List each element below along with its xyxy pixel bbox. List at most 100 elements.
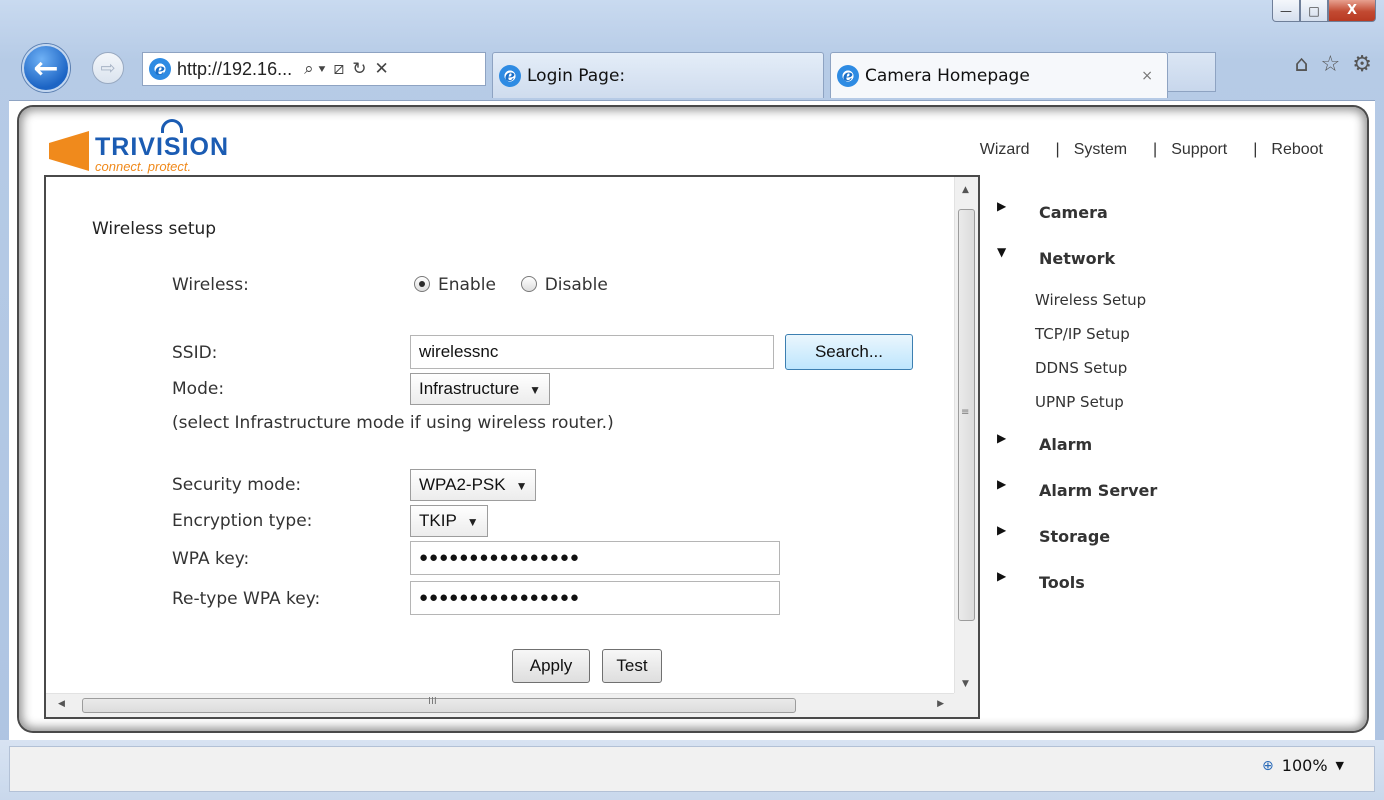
tab-label: Camera Homepage xyxy=(865,65,1030,86)
ie-tab-icon: e xyxy=(837,64,859,87)
mode-value: Infrastructure xyxy=(419,379,520,398)
test-button[interactable]: Test xyxy=(602,649,662,683)
back-button[interactable]: ← xyxy=(22,44,70,92)
settings-frame: Wireless setup Wireless: Enable Disable … xyxy=(44,175,980,719)
browser-viewport: TRIVISION connect. protect. Wizard | Sys… xyxy=(9,100,1375,740)
wireless-label: Wireless: xyxy=(172,275,249,295)
search-button[interactable]: Search... xyxy=(785,334,913,370)
close-button[interactable]: X xyxy=(1328,0,1376,22)
logo-camera-mark xyxy=(49,131,89,171)
new-tab-button[interactable] xyxy=(1168,52,1216,92)
tab-close-icon[interactable]: × xyxy=(1141,68,1153,84)
security-mode-value: WPA2-PSK xyxy=(419,475,506,494)
nav-group-label: Storage xyxy=(1039,527,1111,546)
mode-select[interactable]: Infrastructure ▼ xyxy=(410,373,551,405)
wpa-key-input[interactable]: ●●●●●●●●●●●●●●●● xyxy=(410,541,780,575)
page-title: Wireless setup xyxy=(92,219,217,239)
security-mode-label: Security mode: xyxy=(172,475,302,495)
enable-label[interactable]: Enable xyxy=(438,275,496,295)
ie-page-icon: e xyxy=(149,58,171,80)
scroll-grip-icon: ≡ xyxy=(961,407,970,418)
wpa-key-label: WPA key: xyxy=(172,549,250,569)
nav-group-label: Alarm xyxy=(1039,435,1093,454)
nav-item-upnp-setup[interactable]: UPNP Setup xyxy=(1035,393,1124,411)
tab-camera-homepage[interactable]: e Camera Homepage × xyxy=(830,52,1168,98)
chevron-down-icon: ▼ xyxy=(529,383,542,397)
nav-group-label: Network xyxy=(1039,249,1116,268)
logo-wifi-icon xyxy=(161,119,183,133)
wireless-enable-radio[interactable] xyxy=(414,276,430,292)
mode-label: Mode: xyxy=(172,379,225,399)
encryption-type-value: TKIP xyxy=(419,511,457,530)
encryption-type-select[interactable]: TKIP ▼ xyxy=(410,505,488,537)
scroll-left-icon[interactable]: ◀ xyxy=(58,699,65,709)
caret-right-icon: ▶ xyxy=(997,523,1007,537)
scroll-right-icon[interactable]: ▶ xyxy=(937,699,944,709)
menu-support[interactable]: Support xyxy=(1171,141,1227,159)
top-menu: Wizard | System | Support | Reboot xyxy=(980,141,1323,159)
browser-toolbar: ← ⇨ e http://192.16... ⌕ ▾ ⧄ ↻ ✕ e Login… xyxy=(0,38,1384,100)
scroll-up-icon[interactable]: ▲ xyxy=(962,185,969,195)
forward-button[interactable]: ⇨ xyxy=(92,52,124,84)
refresh-icon[interactable]: ↻ xyxy=(352,59,366,79)
caret-right-icon: ▶ xyxy=(997,431,1007,445)
menu-reboot[interactable]: Reboot xyxy=(1271,141,1323,159)
brand-tagline: connect. protect. xyxy=(95,159,192,174)
scroll-down-icon[interactable]: ▼ xyxy=(962,679,969,689)
chevron-down-icon[interactable]: ▼ xyxy=(1336,759,1344,772)
nav-group-label: Camera xyxy=(1039,203,1108,222)
camera-web-page: TRIVISION connect. protect. Wizard | Sys… xyxy=(19,107,1367,731)
wireless-disable-radio[interactable] xyxy=(520,276,537,292)
scrollbar-corner xyxy=(954,693,978,717)
menu-system[interactable]: System xyxy=(1074,141,1127,159)
zoom-control[interactable]: ⊕ 100% ▼ xyxy=(1262,756,1344,775)
horizontal-scroll-thumb[interactable] xyxy=(82,698,796,713)
favorites-star-icon[interactable]: ☆ xyxy=(1321,52,1341,77)
menu-separator: | xyxy=(1153,141,1158,158)
status-bar: ⊕ 100% ▼ xyxy=(0,740,1384,800)
caret-right-icon: ▶ xyxy=(997,199,1007,213)
menu-separator: | xyxy=(1055,141,1060,158)
tab-label: Login Page: xyxy=(527,65,626,86)
address-bar[interactable]: e http://192.16... ⌕ ▾ ⧄ ↻ ✕ xyxy=(142,52,486,86)
forward-arrow-icon: ⇨ xyxy=(100,57,116,79)
zoom-level: 100% xyxy=(1281,756,1328,775)
nav-group-label: Alarm Server xyxy=(1039,481,1158,500)
ie-tab-icon: e xyxy=(499,64,521,87)
trivision-logo: TRIVISION connect. protect. xyxy=(49,119,269,174)
apply-button[interactable]: Apply xyxy=(512,649,590,683)
wireless-radio-group: Enable Disable xyxy=(414,275,608,295)
retype-wpa-key-input[interactable]: ●●●●●●●●●●●●●●●● xyxy=(410,581,780,615)
tab-login-page[interactable]: e Login Page: xyxy=(492,52,824,98)
back-arrow-icon: ← xyxy=(33,50,59,86)
caret-down-icon: ▼ xyxy=(997,245,1007,259)
security-mode-select[interactable]: WPA2-PSK ▼ xyxy=(410,469,537,501)
settings-gear-icon[interactable]: ⚙ xyxy=(1352,52,1372,77)
maximize-button[interactable]: □ xyxy=(1300,0,1328,22)
status-bar-inner xyxy=(9,746,1375,792)
menu-wizard[interactable]: Wizard xyxy=(980,141,1030,159)
zoom-icon: ⊕ xyxy=(1262,757,1274,774)
horizontal-scrollbar[interactable]: ◀ III ▶ xyxy=(46,693,956,717)
compatibility-view-icon[interactable]: ⧄ xyxy=(333,59,344,79)
chevron-down-icon: ▼ xyxy=(466,515,479,529)
vertical-scrollbar[interactable]: ▲ ≡ ▼ xyxy=(954,177,978,697)
retype-wpa-key-label: Re-type WPA key: xyxy=(172,589,321,609)
browser-tool-icons: ⌂ ☆ ⚙ xyxy=(1295,52,1372,77)
caret-right-icon: ▶ xyxy=(997,477,1007,491)
search-dropdown-icon[interactable]: ⌕ ▾ xyxy=(304,59,325,79)
disable-label[interactable]: Disable xyxy=(545,275,608,295)
mode-hint: (select Infrastructure mode if using wir… xyxy=(172,413,614,433)
address-text[interactable]: http://192.16... xyxy=(177,59,292,80)
nav-item-tcpip-setup[interactable]: TCP/IP Setup xyxy=(1035,325,1130,343)
nav-item-ddns-setup[interactable]: DDNS Setup xyxy=(1035,359,1127,377)
menu-separator: | xyxy=(1253,141,1258,158)
brand-name: TRIVISION xyxy=(95,133,230,161)
minimize-button[interactable]: — xyxy=(1272,0,1300,22)
window-controls: — □ X xyxy=(1272,0,1376,22)
stop-icon[interactable]: ✕ xyxy=(375,59,389,79)
home-icon[interactable]: ⌂ xyxy=(1295,52,1309,77)
encryption-type-label: Encryption type: xyxy=(172,511,313,531)
nav-item-wireless-setup[interactable]: Wireless Setup xyxy=(1035,291,1146,309)
ssid-input[interactable]: wirelessnc xyxy=(410,335,774,369)
